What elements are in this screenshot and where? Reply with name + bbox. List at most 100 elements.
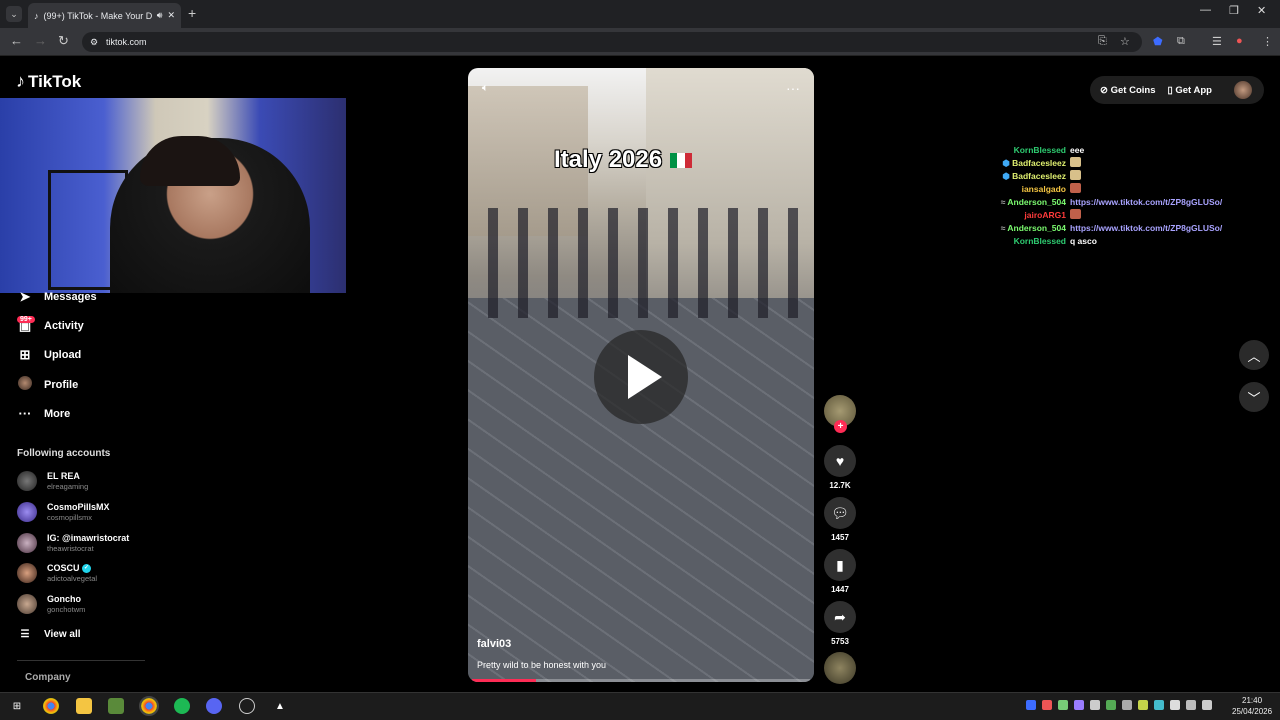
game-app-icon[interactable] [108,698,124,714]
tiktok-logo[interactable]: ♪ TikTok [16,71,81,92]
tray-icon[interactable] [1154,700,1164,710]
site-info-icon[interactable]: ⚙ [90,37,98,48]
tray-icon[interactable] [1122,700,1132,710]
browser-menu-icon[interactable]: ⋮ [1262,35,1273,48]
bookmark-star-icon[interactable]: ☆ [1120,35,1130,48]
user-avatar[interactable] [1234,81,1252,99]
tray-icon[interactable] [1138,700,1148,710]
heart-icon[interactable]: ♥ [824,445,856,477]
tray-icon[interactable] [1170,700,1180,710]
tray-icon[interactable] [1058,700,1068,710]
extension-shield-icon[interactable]: ⬟ [1153,35,1163,48]
list-icon: ☰ [20,629,30,640]
share-icon[interactable]: ➦ [824,601,856,633]
avatar [17,533,37,553]
back-button[interactable]: ← [10,33,23,48]
account-handle: cosmopillsmx [47,513,93,522]
spotify-icon[interactable] [174,698,190,714]
extensions-puzzle-icon[interactable]: ⧉ [1177,35,1185,48]
reload-button[interactable]: ↻ [58,33,69,49]
like-action[interactable]: ♥ 12.7K [824,445,856,490]
account-name: Goncho [47,594,81,604]
tray-icon[interactable] [1026,700,1036,710]
music-disc-icon[interactable] [824,652,856,684]
save-action[interactable]: ▮ 1447 [824,549,856,594]
previous-video-button[interactable]: ︿ [1239,340,1269,370]
tray-icon[interactable] [1074,700,1084,710]
close-window-button[interactable]: ✕ [1257,4,1266,17]
discord-icon[interactable] [206,698,222,714]
chat-username: jairoARG1 [990,209,1066,222]
chat-username-text: KornBlessed [1013,236,1066,246]
comment-action[interactable]: 💬︎ 1457 [824,497,856,542]
play-icon [628,355,662,399]
forward-button[interactable]: → [34,33,47,48]
audio-icon[interactable]: 🔊︎ [157,10,163,21]
chat-link[interactable]: https://www.tiktok.com/t/ZP8gGLUSo/ [1070,222,1222,235]
sidebar-item-upload[interactable]: ⊞ Upload [17,347,82,363]
tray-icon[interactable] [1106,700,1116,710]
chrome-icon[interactable] [43,698,59,714]
tab-search-button[interactable]: ⌄ [6,6,22,22]
account-handle: adictoalvegetal [47,574,98,583]
sidebar-item-more[interactable]: ··· More [17,406,71,421]
following-account[interactable]: IG: @imawristocrat theawristocrat [17,533,129,553]
avatar [17,376,33,393]
sidebar-item-profile[interactable]: Profile [17,376,78,393]
following-account[interactable]: Goncho gonchotwm [17,594,85,614]
chat-link[interactable]: https://www.tiktok.com/t/ZP8gGLUSo/ [1070,196,1222,209]
taskbar-clock[interactable]: 21:40 25/04/2026 [1232,695,1272,717]
volume-icon[interactable]: 🔈︎ [482,82,489,95]
obs-icon[interactable] [239,698,255,714]
following-account[interactable]: COSCU ✓ adictoalvegetal [17,563,97,583]
profile-avatar-icon[interactable]: ● [1236,35,1243,47]
video-more-icon[interactable]: ··· [786,80,800,96]
browser-tab[interactable]: ♪ (99+) TikTok - Make Your Day 🔊︎ ✕ [28,3,181,28]
new-tab-button[interactable]: + [188,5,196,21]
chat-username-text: Anderson_504 [1007,197,1066,207]
reading-list-icon[interactable]: ☰ [1212,35,1222,48]
video-player[interactable]: 🔈︎ ··· Italy 2026 falvi03 Pretty wild to… [468,68,814,682]
chrome-active-icon[interactable] [139,696,159,716]
url-field[interactable]: ⚙ tiktok.com [82,32,1142,52]
account-handle: gonchotwm [47,605,86,614]
comment-icon[interactable]: 💬︎ [824,497,856,529]
share-action[interactable]: ➦ 5753 [824,601,856,646]
get-app-button[interactable]: ▯ Get App [1167,85,1211,96]
chat-username-text: Anderson_504 [1007,223,1066,233]
volume-tray-icon[interactable] [1202,700,1212,710]
windows-start-icon[interactable]: ⊞ [9,698,25,714]
chat-username: iansalgado [990,183,1066,196]
coin-icon: ⊘ [1100,84,1108,96]
taskbar-app-icon[interactable]: ▲ [272,698,288,714]
sidebar-item-messages[interactable]: ➤ Messages [17,289,97,305]
tray-icon[interactable] [1090,700,1100,710]
following-account[interactable]: EL REA elreagaming [17,471,88,491]
play-button[interactable] [594,330,688,424]
chat-emote-icon [1070,183,1081,193]
company-link[interactable]: Company [25,672,71,683]
install-app-icon[interactable]: ⎘ [1098,35,1107,48]
bookmark-icon[interactable]: ▮ [824,549,856,581]
minimize-button[interactable]: — [1200,4,1211,16]
chat-username-text: Badfacesleez [1012,158,1066,168]
video-progress-bar[interactable] [472,679,810,682]
get-coins-button[interactable]: ⊘ Get Coins [1100,85,1155,96]
video-caption: Pretty wild to be honest with you [477,660,607,670]
view-all-button[interactable]: ☰ View all [17,629,81,640]
tray-icon[interactable] [1042,700,1052,710]
chevron-down-icon: ﹀ [1247,390,1261,406]
browser-tab-bar: ⌄ ♪ (99+) TikTok - Make Your Day 🔊︎ ✕ + … [0,0,1280,28]
tab-close-icon[interactable]: ✕ [167,10,175,21]
chat-username-text: KornBlessed [1013,145,1066,155]
restore-button[interactable]: ❐ [1229,4,1239,17]
chat-emote-icon [1070,170,1081,180]
chat-message: ⬢ Badfacesleez [990,157,1260,170]
following-account[interactable]: CosmoPillsMX cosmopillsmx [17,502,110,522]
file-explorer-icon[interactable] [76,698,92,714]
follow-plus-icon[interactable]: + [834,420,847,433]
chat-message: jairoARG1 [990,209,1260,222]
wifi-icon[interactable] [1186,700,1196,710]
video-author[interactable]: falvi03 [477,638,511,650]
next-video-button[interactable]: ﹀ [1239,382,1269,412]
